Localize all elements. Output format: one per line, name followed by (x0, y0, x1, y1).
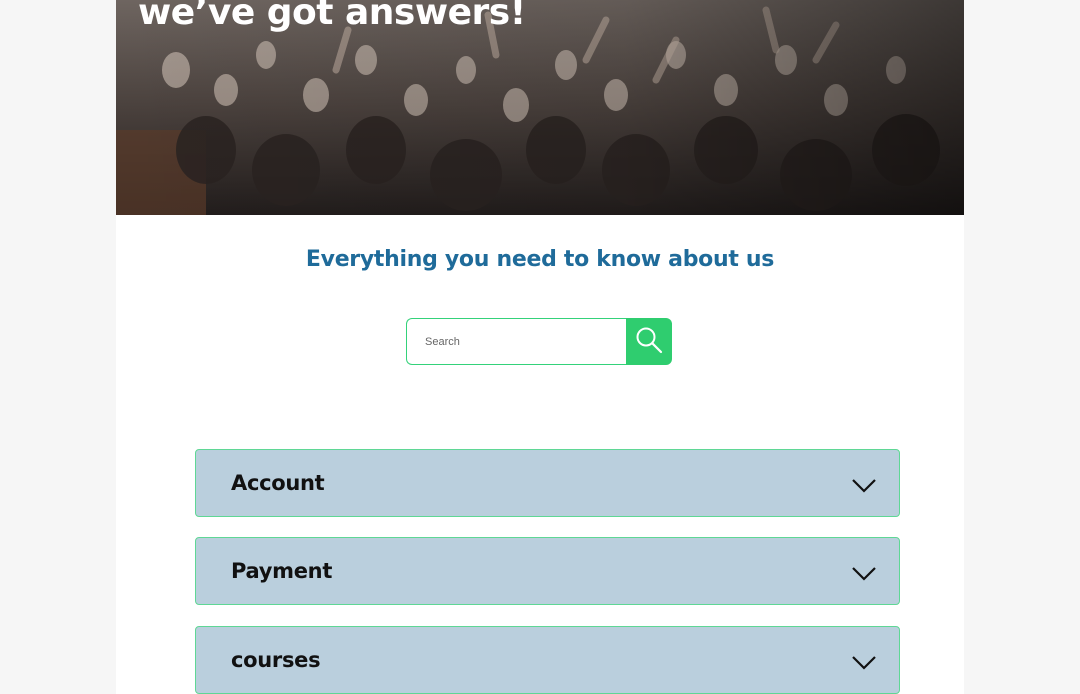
search-icon (636, 327, 663, 354)
faq-subtitle: Everything you need to know about us (305, 247, 775, 272)
search-button[interactable] (626, 318, 672, 365)
accordion-label: Account (231, 471, 325, 495)
accordion-payment[interactable]: Payment (195, 537, 900, 605)
hero-banner: we’ve got answers! (116, 0, 964, 215)
chevron-down-icon (852, 567, 876, 581)
accordion-label: courses (231, 648, 321, 672)
accordion-label: Payment (231, 559, 333, 583)
chevron-down-icon (852, 479, 876, 493)
hero-title: we’ve got answers! (138, 0, 526, 33)
search-bar (406, 318, 672, 365)
accordion-account[interactable]: Account (195, 449, 900, 517)
accordion-courses[interactable]: courses (195, 626, 900, 694)
chevron-down-icon (852, 656, 876, 670)
page-container: we’ve got answers! Everything you need t… (116, 0, 964, 694)
search-input[interactable] (406, 318, 627, 365)
